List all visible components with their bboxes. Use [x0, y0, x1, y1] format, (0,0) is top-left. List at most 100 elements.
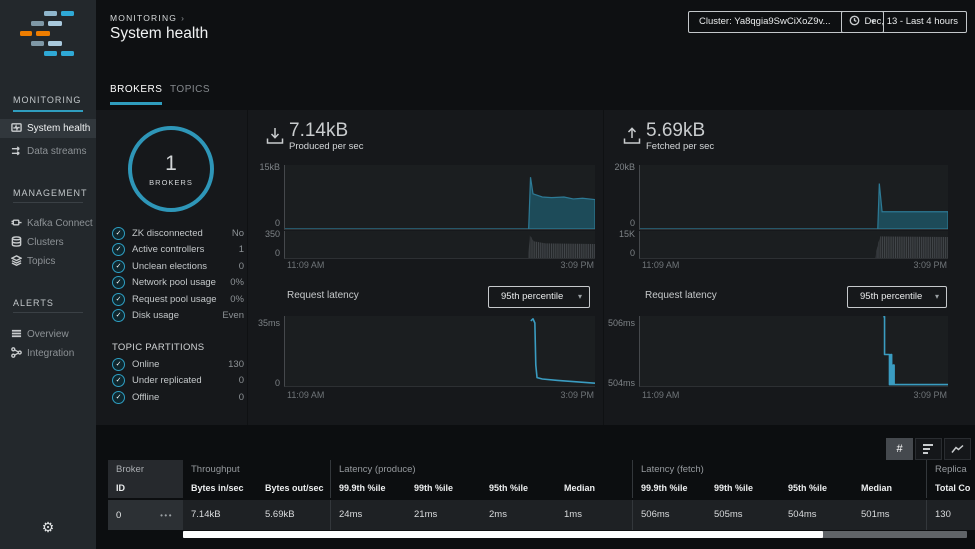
sidebar-item-label: Clusters — [27, 237, 64, 248]
overview-icon — [11, 329, 22, 338]
page-title: System health — [110, 25, 209, 42]
produced-caption: Produced per sec — [289, 141, 364, 152]
cell-produce-999: 24ms — [330, 500, 406, 530]
section-divider — [13, 312, 83, 313]
latency-fetch-chart — [639, 316, 948, 387]
sidebar-item-label: Kafka Connect — [27, 218, 93, 229]
cell-bytes-out: 5.69kB — [265, 509, 295, 520]
y-axis-max: 20kB — [614, 162, 635, 172]
sidebar: MONITORING System health Data streams MA… — [0, 0, 96, 549]
clock-icon — [849, 15, 859, 26]
broker-table-section: # Broker ID Throughput Latency (produce) — [96, 425, 975, 549]
mini-axis-zero: 0 — [274, 248, 280, 258]
x-axis-end: 3:09 PM — [560, 390, 594, 400]
fetched-value: 5.69kB — [646, 120, 706, 141]
download-icon — [266, 128, 284, 144]
view-bars-button[interactable] — [915, 438, 942, 460]
sidebar-item-data-streams[interactable]: Data streams — [0, 142, 96, 161]
cell-produce-99: 21ms — [414, 509, 438, 520]
health-check-row: ✓ Active controllers 1 — [112, 242, 244, 259]
sidebar-section-management: MANAGEMENT — [13, 188, 88, 198]
sidebar-item-topics[interactable]: Topics — [0, 252, 96, 271]
tab-topics[interactable]: TOPICS — [170, 84, 210, 102]
col-header: 99.9th %ile — [632, 479, 706, 498]
check-icon: ✓ — [112, 357, 125, 371]
col-header: Bytes in/sec — [191, 483, 244, 493]
col-header: Bytes out/sec — [265, 483, 324, 493]
x-axis-start: 11:09 AM — [642, 390, 680, 400]
latency-axis-max: 35ms — [257, 318, 280, 328]
check-icon: ✓ — [112, 243, 125, 257]
table-header: Broker ID Throughput Latency (produce) L… — [108, 460, 975, 498]
health-check-row: ✓ Request pool usage 0% — [112, 291, 244, 308]
x-axis-end: 3:09 PM — [913, 260, 947, 270]
sidebar-item-label: Data streams — [27, 146, 87, 157]
table-view-toggle: # — [886, 438, 971, 460]
cell-fetch-999: 506ms — [632, 500, 706, 530]
fetched-caption: Fetched per sec — [646, 141, 715, 152]
view-trend-button[interactable] — [944, 438, 971, 460]
check-icon: ✓ — [112, 292, 125, 306]
scrollbar-thumb[interactable] — [183, 531, 823, 538]
sidebar-item-label: Topics — [27, 256, 56, 267]
breadcrumb-label: MONITORING — [110, 13, 178, 23]
sidebar-item-clusters[interactable]: Clusters — [0, 233, 96, 252]
y-axis-zero: 0 — [629, 218, 635, 228]
health-check-row: ✓ Disk usage Even — [112, 308, 244, 325]
time-range-selector[interactable]: Dec, 13 - Last 4 hours — [840, 11, 967, 33]
percentile-dropdown[interactable]: 95th percentile ▾ — [488, 286, 590, 308]
group-throughput: Throughput — [191, 464, 240, 475]
check-icon: ✓ — [112, 276, 125, 290]
health-check-row: ✓ Unclean elections 0 — [112, 258, 244, 275]
col-header: 99.9th %ile — [330, 479, 406, 498]
percentile-dropdown[interactable]: 95th percentile ▾ — [847, 286, 947, 308]
data-streams-icon — [11, 146, 20, 156]
cluster-selector-label: Cluster: Ya8qgia9SwCiXoZ9v... — [699, 16, 831, 27]
x-axis-start: 11:09 AM — [642, 260, 680, 270]
col-header: Total Co — [926, 479, 975, 498]
cell-replica-total: 130 — [926, 500, 975, 530]
sidebar-item-label: Integration — [27, 348, 75, 359]
broker-id-header: Broker ID — [108, 460, 183, 498]
sidebar-item-integration[interactable]: Integration — [0, 344, 96, 363]
check-icon: ✓ — [112, 226, 125, 240]
horizontal-scrollbar[interactable] — [183, 531, 967, 538]
tab-brokers[interactable]: BROKERS — [110, 84, 163, 105]
cell-fetch-95: 504ms — [788, 509, 817, 520]
sidebar-item-label: Overview — [27, 329, 69, 340]
x-axis-start: 11:09 AM — [287, 260, 325, 270]
integration-icon — [11, 347, 22, 358]
settings-gear-icon[interactable]: ⚙ — [0, 519, 96, 536]
sidebar-item-overview[interactable]: Overview — [0, 325, 96, 344]
broker-count-label: BROKERS — [149, 177, 193, 187]
x-axis-start: 11:09 AM — [287, 390, 325, 400]
table-row[interactable]: 0 ••• 7.14kB 5.69kB 24ms 21ms 2ms 1ms 50… — [108, 500, 975, 530]
latency-axis-zero: 0 — [274, 378, 280, 388]
system-health-icon — [11, 123, 22, 132]
broker-id: 0 — [116, 509, 122, 521]
col-header: 95th %ile — [489, 483, 529, 493]
produced-mini-chart — [284, 231, 595, 259]
breadcrumb: MONITORING › — [110, 13, 185, 23]
col-header: Median — [564, 483, 596, 493]
view-numbers-button[interactable]: # — [886, 438, 913, 460]
breadcrumb-chevron-icon: › — [181, 13, 186, 23]
sidebar-section-alerts: ALERTS — [13, 298, 54, 308]
cell-bytes-in: 7.14kB — [191, 509, 221, 520]
check-icon: ✓ — [112, 309, 125, 323]
group-latency-produce: Latency (produce) — [330, 460, 632, 479]
topic-partitions-list: ✓ Online 130 ✓ Under replicated 0 ✓ Offline 0 — [112, 356, 244, 406]
topic-partitions-title: TOPIC PARTITIONS — [112, 342, 205, 353]
partition-row: ✓ Offline 0 — [112, 389, 244, 406]
sidebar-item-system-health[interactable]: System health — [0, 119, 96, 138]
main-panels: 1 BROKERS ✓ ZK disconnected No ✓ Active con… — [96, 110, 975, 425]
cell-fetch-median: 501ms — [861, 509, 890, 520]
fetched-chart — [639, 165, 948, 230]
broker-id-cell: 0 ••• — [108, 500, 183, 530]
y-axis-zero: 0 — [274, 218, 280, 228]
latency-axis-zero: 504ms — [607, 378, 635, 388]
row-menu-icon[interactable]: ••• — [160, 511, 173, 520]
sidebar-item-kafka-connect[interactable]: Kafka Connect — [0, 214, 96, 233]
request-latency-title: Request latency — [645, 290, 717, 301]
latency-axis-max: 506ms — [607, 318, 635, 328]
